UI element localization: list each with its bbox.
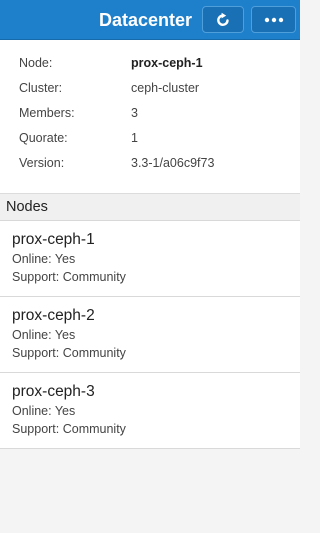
more-button[interactable] [251, 6, 296, 33]
node-name: prox-ceph-2 [12, 307, 95, 324]
node-list-item[interactable]: prox-ceph-1 Online: Yes Support: Communi… [0, 221, 300, 297]
summary-key: Quorate: [19, 130, 68, 145]
node-support-level: Support: Community [12, 270, 126, 284]
summary-row-version: Version: 3.3-1/a06c9f73 [0, 150, 300, 175]
page-title: Datacenter [98, 10, 192, 30]
refresh-button[interactable] [202, 6, 244, 33]
datacenter-summary: Node: prox-ceph-1 Cluster: ceph-cluster … [0, 40, 300, 194]
summary-key: Node: [19, 55, 53, 70]
node-name: prox-ceph-3 [12, 383, 95, 400]
summary-value: prox-ceph-1 [131, 55, 203, 70]
node-support-level: Support: Community [12, 346, 126, 360]
node-name: prox-ceph-1 [12, 231, 95, 248]
node-online-status: Online: Yes [12, 252, 76, 266]
node-list: prox-ceph-1 Online: Yes Support: Communi… [0, 221, 300, 449]
node-list-item[interactable]: prox-ceph-3 Online: Yes Support: Communi… [0, 373, 300, 449]
title-bar: Datacenter [0, 0, 300, 40]
summary-key: Members: [19, 105, 75, 120]
summary-value: ceph-cluster [131, 80, 200, 95]
summary-key: Cluster: [19, 80, 63, 95]
refresh-icon [217, 12, 229, 26]
summary-row-members: Members: 3 [0, 100, 300, 125]
summary-value: 1 [131, 130, 138, 145]
summary-row-quorate: Quorate: 1 [0, 125, 300, 150]
more-icon [264, 17, 283, 22]
node-support-level: Support: Community [12, 422, 126, 436]
summary-value: 3 [131, 105, 138, 120]
summary-row-node: Node: prox-ceph-1 [0, 50, 300, 75]
summary-row-cluster: Cluster: ceph-cluster [0, 75, 300, 100]
summary-key: Version: [19, 155, 65, 170]
node-online-status: Online: Yes [12, 328, 76, 342]
summary-value: 3.3-1/a06c9f73 [131, 155, 215, 170]
node-online-status: Online: Yes [12, 404, 76, 418]
node-list-item[interactable]: prox-ceph-2 Online: Yes Support: Communi… [0, 297, 300, 373]
nodes-section-header: Nodes [0, 194, 300, 221]
